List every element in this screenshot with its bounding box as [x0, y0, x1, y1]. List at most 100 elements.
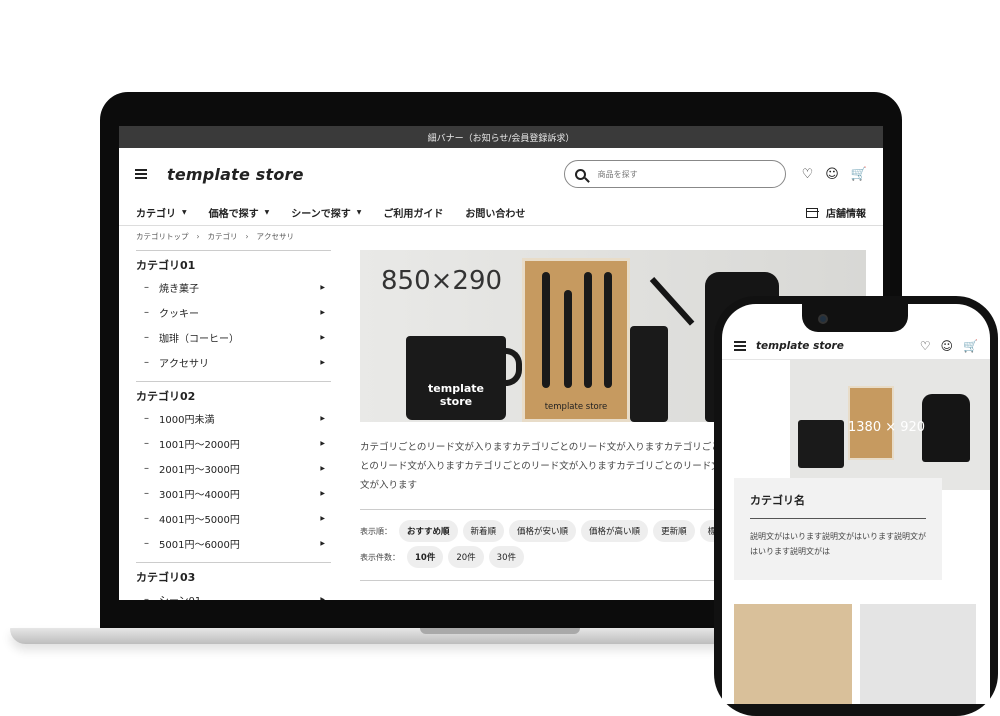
camera-icon — [818, 314, 828, 324]
mug-label-line1: template — [428, 382, 484, 395]
cutlery-box — [522, 258, 630, 422]
sidebar-item[interactable]: – 珈琲（コーヒー） ▶ — [136, 325, 331, 350]
nav-contact[interactable]: お問い合わせ — [465, 205, 525, 220]
sidebar-item[interactable]: –1001円～2000円 ▶ — [136, 431, 331, 456]
chevron-right-icon: ▶ — [320, 334, 325, 341]
chevron-right-icon: ▶ — [320, 359, 325, 366]
count-option-10[interactable]: 10件 — [407, 546, 444, 568]
chevron-right-icon: ▶ — [320, 440, 325, 447]
chevron-right-icon: ▶ — [320, 596, 325, 600]
product-thumbnail[interactable] — [734, 604, 852, 704]
mug — [798, 420, 844, 468]
chevron-down-icon: ▼ — [264, 209, 270, 216]
sidebar-item-label: クッキー — [159, 309, 199, 320]
nav-scene[interactable]: シーンで探す ▼ — [291, 205, 361, 220]
knife — [604, 272, 612, 388]
breadcrumb-item[interactable]: カテゴリトップ — [136, 231, 189, 242]
user-icon[interactable]: ☺ — [941, 339, 954, 353]
hero-size-label: 850×290 — [381, 266, 503, 296]
sort-option-recommended[interactable]: おすすめ順 — [399, 520, 458, 542]
sidebar-item[interactable]: –1000円未満 ▶ — [136, 406, 331, 431]
count-option-30[interactable]: 30件 — [488, 546, 524, 568]
cart-icon[interactable]: 🛒 — [851, 167, 867, 182]
sidebar-item[interactable]: –2001円～3000円 ▶ — [136, 456, 331, 481]
count-option-20[interactable]: 20件 — [448, 546, 484, 568]
chevron-right-icon: ▶ — [320, 465, 325, 472]
site-logo[interactable]: template store — [167, 165, 304, 184]
sidebar-item-label: 5001円～6000円 — [159, 540, 240, 551]
sidebar-item[interactable]: – 焼き菓子 ▶ — [136, 275, 331, 300]
count-label: 表示件数： — [360, 552, 400, 562]
sort-option-new[interactable]: 新着順 — [462, 520, 505, 542]
sidebar-item[interactable]: –5001円～6000円 ▶ — [136, 531, 331, 556]
phone-screen: template store ♡ ☺ 🛒 1380 × 920 カテゴリ名 説明… — [722, 304, 990, 704]
chevron-right-icon: ▶ — [320, 490, 325, 497]
sort-option-updated[interactable]: 更新順 — [653, 520, 695, 542]
sidebar-item[interactable]: – クッキー ▶ — [136, 300, 331, 325]
chevron-right-icon: ▶ — [320, 309, 325, 316]
sidebar-item-label: 珈琲（コーヒー） — [159, 334, 239, 345]
laptop-notch — [420, 628, 580, 634]
nav-price[interactable]: 価格で探す ▼ — [209, 205, 270, 220]
kettle-spout — [649, 276, 695, 326]
category-card-description: 説明文がはいります説明文がはいります説明文がはいります説明文がは — [750, 532, 926, 556]
cart-icon[interactable]: 🛒 — [963, 339, 978, 353]
global-nav: カテゴリ ▼ 価格で探す ▼ シーンで探す ▼ ご利用ガイド お問い合わせ 店舗情報 — [119, 200, 883, 226]
category-title: カテゴリ01 — [136, 250, 331, 275]
user-icon[interactable]: ☺ — [825, 167, 839, 182]
sidebar-item-label: 4001円～5000円 — [159, 515, 240, 526]
heart-icon[interactable]: ♡ — [802, 167, 814, 182]
store-info-label: 店舗情報 — [826, 209, 866, 220]
mug-label: template store — [406, 382, 506, 408]
phone-hero-size-label: 1380 × 920 — [848, 420, 926, 435]
header-icons: ♡ ☺ 🛒 — [802, 167, 867, 182]
kettle — [922, 394, 970, 462]
category-group: カテゴリ03 –シーン01▶ — [136, 562, 331, 600]
nav-contact-label: お問い合わせ — [465, 209, 526, 220]
search-icon[interactable] — [574, 168, 586, 180]
sort-option-price-low[interactable]: 価格が安い順 — [509, 520, 577, 542]
nav-category-label: カテゴリ — [136, 209, 176, 220]
top-banner-text: 細バナー（お知らせ/会員登録訴求） — [427, 133, 575, 144]
heart-icon[interactable]: ♡ — [920, 339, 931, 353]
search-input[interactable] — [597, 169, 748, 179]
nav-store-info[interactable]: 店舗情報 — [805, 205, 866, 220]
spoon — [564, 290, 572, 388]
grinder — [630, 326, 668, 422]
sidebar-item[interactable]: –3001円～4000円 ▶ — [136, 481, 331, 506]
breadcrumb: カテゴリトップ › カテゴリ › アクセサリ — [119, 226, 883, 246]
menu-icon[interactable] — [135, 169, 147, 179]
box-label: template store — [544, 402, 608, 412]
sidebar-item-label: シーン01 — [159, 592, 201, 600]
sidebar-item[interactable]: –シーン01▶ — [136, 587, 331, 600]
menu-icon[interactable] — [734, 340, 746, 351]
site-header: template store ♡ ☺ 🛒 — [119, 148, 883, 200]
chevron-down-icon: ▼ — [356, 209, 362, 216]
sidebar: カテゴリ01 – 焼き菓子 ▶ – クッキー ▶ – 珈琲（コーヒー） ▶ – アクセサリ ▶ … — [136, 250, 331, 600]
sidebar-item[interactable]: –4001円～5000円 ▶ — [136, 506, 331, 531]
nav-guide[interactable]: ご利用ガイド — [383, 205, 443, 220]
nav-category[interactable]: カテゴリ ▼ — [136, 205, 187, 220]
sidebar-item[interactable]: – アクセサリ ▶ — [136, 350, 331, 375]
nav-scene-label: シーンで探す — [291, 209, 351, 220]
breadcrumb-item[interactable]: カテゴリ — [208, 231, 238, 242]
top-banner[interactable]: 細バナー（お知らせ/会員登録訴求） — [119, 126, 883, 148]
sort-option-price-high[interactable]: 価格が高い順 — [581, 520, 649, 542]
breadcrumb-item: アクセサリ — [256, 231, 295, 241]
nav-price-label: 価格で探す — [208, 209, 259, 220]
mug-label-line2: store — [439, 395, 473, 408]
sort-label: 表示順： — [360, 526, 392, 536]
chevron-right-icon: ▶ — [320, 415, 325, 422]
nav-guide-label: ご利用ガイド — [383, 209, 444, 220]
phone-hero-image: 1380 × 920 — [790, 360, 990, 490]
chevron-right-icon: ▶ — [320, 540, 325, 547]
sidebar-item-label: 2001円～3000円 — [159, 465, 240, 476]
product-thumbnail[interactable] — [860, 604, 976, 704]
chevron-right-icon: ▶ — [320, 284, 325, 291]
category-group: カテゴリ02 –1000円未満 ▶ –1001円～2000円 ▶ –2001円～30… — [136, 381, 331, 556]
sidebar-item-label: 3001円～4000円 — [159, 490, 240, 501]
phone-logo[interactable]: template store — [756, 340, 844, 352]
chevron-right-icon: › — [245, 231, 249, 241]
search-box[interactable] — [563, 160, 786, 188]
sidebar-item-label: 焼き菓子 — [159, 284, 199, 295]
